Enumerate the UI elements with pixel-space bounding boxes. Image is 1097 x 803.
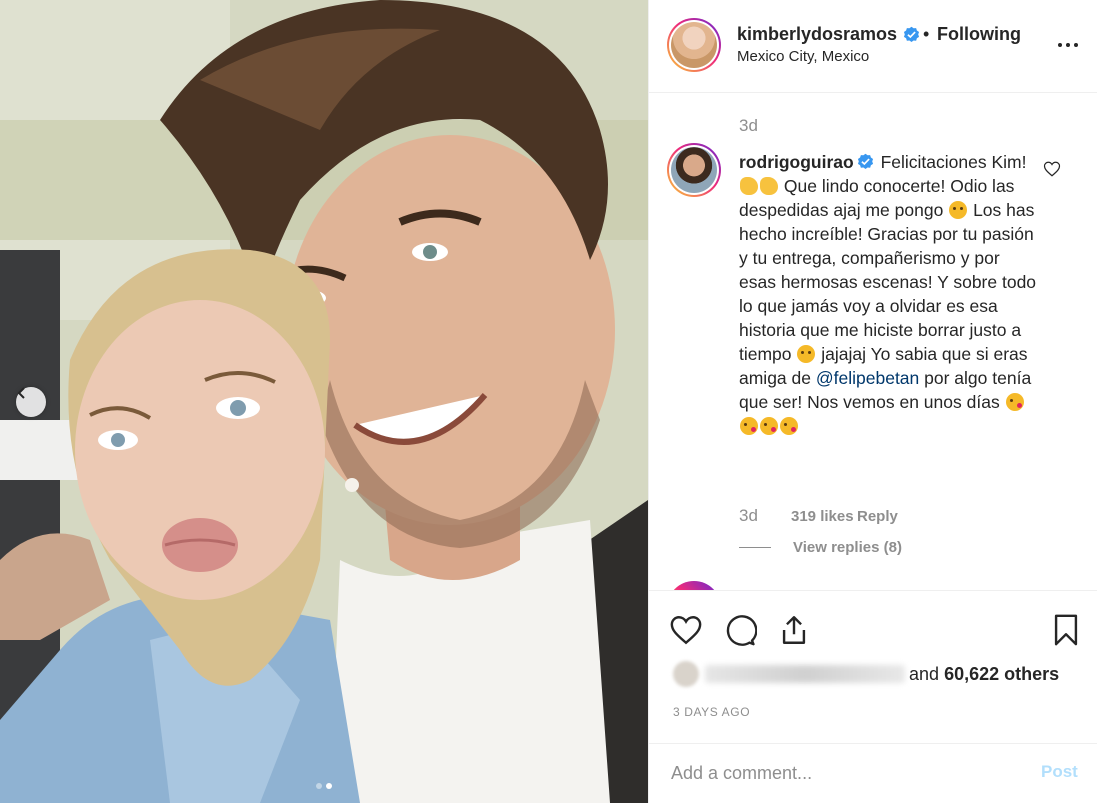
- kissing-face-emoji-icon: [780, 417, 798, 435]
- comments-list: 3d rodrigoguirao Felicitaciones Kim! Que…: [649, 94, 1097, 590]
- bookmark-icon[interactable]: [1049, 613, 1083, 647]
- add-comment-bar: Post: [649, 743, 1097, 803]
- worried-face-emoji-icon: [797, 345, 816, 363]
- replies-divider: [739, 547, 771, 548]
- post-photo[interactable]: [0, 0, 648, 803]
- likes-count[interactable]: 60,622 others: [944, 664, 1059, 684]
- post-details-panel: kimberlydosramos • Following Mexico City…: [648, 0, 1097, 803]
- kissing-face-emoji-icon: [1005, 393, 1024, 411]
- verified-badge-icon: [857, 153, 873, 170]
- previous-comment-time: 3d: [739, 116, 758, 135]
- comment-likes-count[interactable]: 319 likes: [791, 508, 857, 525]
- kissing-face-emoji-icon: [760, 417, 778, 435]
- comment-meta: 3d 319 likes Reply: [739, 506, 898, 526]
- more-options-icon[interactable]: [1057, 35, 1079, 55]
- comment-text-part: Los has hecho increíble! Gracias por tu …: [739, 200, 1037, 364]
- view-replies-label: View replies (8): [793, 539, 902, 556]
- carousel-dot: [316, 783, 322, 789]
- carousel-prev-button[interactable]: [16, 387, 46, 417]
- comment-time: 3d: [739, 506, 758, 525]
- sad-face-emoji-icon: [949, 201, 968, 219]
- kissing-face-emoji-icon: [740, 417, 758, 435]
- reply-button[interactable]: Reply: [857, 508, 898, 525]
- post-actions-section: and 60,622 others 3 DAYS AGO Post: [649, 590, 1097, 803]
- comment-like-heart-icon[interactable]: [1043, 160, 1061, 178]
- commenter-username[interactable]: rodrigoguirao: [739, 152, 854, 172]
- mention-link[interactable]: @felipebetan: [816, 368, 919, 388]
- comment-text: rodrigoguirao Felicitaciones Kim! Que li…: [739, 150, 1039, 438]
- following-button[interactable]: Following: [937, 24, 1021, 45]
- add-comment-input[interactable]: [671, 758, 1011, 788]
- clapping-hands-emoji-icon: [760, 177, 778, 195]
- header-separator: •: [923, 24, 930, 44]
- heart-outline-icon[interactable]: [669, 613, 703, 647]
- verified-badge-icon: [904, 26, 920, 43]
- clapping-hands-emoji-icon: [740, 177, 758, 195]
- post-header: kimberlydosramos • Following Mexico City…: [649, 0, 1097, 93]
- post-location[interactable]: Mexico City, Mexico: [737, 48, 869, 65]
- likes-summary[interactable]: and 60,622 others: [673, 661, 1059, 687]
- share-upload-icon[interactable]: [777, 613, 811, 647]
- commenter-avatar[interactable]: [667, 143, 721, 197]
- commenter-username-wrap: rodrigoguirao: [739, 152, 876, 172]
- photo-illustration: [0, 0, 648, 803]
- chevron-left-icon: [17, 387, 25, 399]
- author-username-row: kimberlydosramos: [737, 24, 920, 45]
- next-commenter-avatar[interactable]: [667, 581, 721, 590]
- post-date: 3 DAYS AGO: [673, 705, 751, 719]
- likes-count-text: and 60,622 others: [909, 664, 1059, 685]
- likes-prefix: and: [909, 663, 940, 684]
- view-replies-button[interactable]: View replies (8): [739, 539, 902, 556]
- comment-text-part: Felicitaciones Kim!: [880, 152, 1027, 172]
- speech-bubble-icon[interactable]: [723, 613, 757, 647]
- author-avatar[interactable]: [667, 18, 721, 72]
- liker-avatar: [673, 661, 699, 687]
- carousel-indicator: [0, 783, 648, 789]
- post-comment-button[interactable]: Post: [1041, 762, 1078, 782]
- liker-name-blurred: [705, 665, 905, 683]
- author-username[interactable]: kimberlydosramos: [737, 24, 897, 45]
- carousel-dot-active: [326, 783, 332, 789]
